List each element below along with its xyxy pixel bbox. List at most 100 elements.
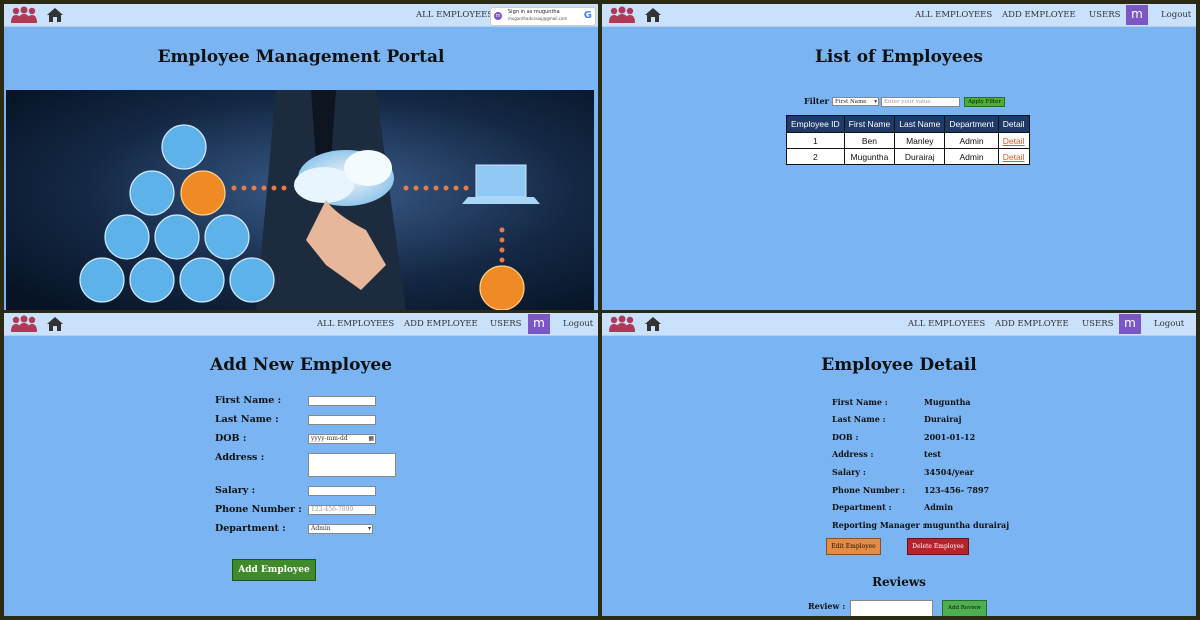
filter-placeholder: Enter your value — [884, 99, 931, 105]
cell-department: Admin — [944, 132, 999, 149]
department-value: Admin — [311, 525, 331, 532]
nav-users[interactable]: USERS — [1082, 313, 1113, 335]
first-name-label: First Name : — [215, 395, 282, 406]
employee-detail-panel: ALL EMPLOYEES ADD EMPLOYEE USERS m Logou… — [602, 313, 1196, 616]
address-textarea[interactable] — [308, 453, 396, 477]
dob-placeholder: yyyy-mm-dd — [311, 435, 348, 442]
user-avatar[interactable]: m — [1119, 314, 1141, 334]
detail-link[interactable]: Detail — [997, 148, 1030, 165]
brand-logo-icon[interactable] — [608, 315, 636, 333]
calendar-icon[interactable]: ▦ — [368, 435, 375, 443]
dob-label: DOB : — [215, 433, 247, 444]
nav-add-employee[interactable]: ADD EMPLOYEE — [1002, 4, 1076, 26]
salary-label: Salary : — [215, 485, 256, 496]
last-name-input[interactable] — [308, 415, 376, 425]
nav-add-employee[interactable]: ADD EMPLOYEE — [995, 313, 1069, 335]
department-label: Department : — [215, 523, 286, 534]
home-icon[interactable] — [46, 316, 64, 332]
page-title: List of Employees — [814, 47, 984, 67]
column-header: Department — [944, 115, 999, 133]
detail-value: 34504/year — [924, 467, 974, 477]
user-avatar[interactable]: m — [528, 314, 550, 334]
detail-label: Last Name : — [832, 414, 886, 424]
filter-field-select[interactable]: First Name ▾ — [832, 97, 879, 106]
table-row: 1 Ben Manley Admin Detail — [786, 132, 1030, 149]
nav-all-employees[interactable]: ALL EMPLOYEES — [416, 4, 493, 26]
employee-list-panel: ALL EMPLOYEES ADD EMPLOYEE USERS m Logou… — [602, 4, 1196, 310]
delete-employee-button[interactable]: Delete Employee — [907, 538, 969, 555]
nav-users[interactable]: USERS — [1089, 4, 1120, 26]
home-icon[interactable] — [46, 7, 64, 23]
nav-all-employees[interactable]: ALL EMPLOYEES — [915, 4, 992, 26]
filter-label: Filter : — [804, 96, 835, 106]
nav-logout[interactable]: Logout — [1161, 4, 1191, 26]
review-input[interactable] — [850, 600, 933, 616]
nav-logout[interactable]: Logout — [1154, 313, 1184, 335]
detail-value: Muguntha — [924, 397, 971, 407]
detail-value: muguntha durairaj — [924, 520, 1010, 530]
edit-employee-button[interactable]: Edit Employee — [826, 538, 881, 555]
detail-label: First Name : — [832, 397, 888, 407]
navbar: ALL EMPLOYEES ADD EMPLOYEE USERS m Logou… — [4, 313, 598, 336]
column-header: Last Name — [894, 115, 946, 133]
brand-logo-icon[interactable] — [608, 6, 636, 24]
first-name-input[interactable] — [308, 396, 376, 406]
phone-input[interactable]: 123-456-7890 — [308, 505, 376, 515]
detail-label: Address : — [832, 449, 874, 459]
nav-logout[interactable]: Logout — [563, 313, 593, 335]
detail-value: 2001-01-12 — [924, 432, 976, 442]
detail-label: Phone Number : — [832, 485, 906, 495]
dob-input[interactable]: yyyy-mm-dd ▦ — [308, 434, 376, 444]
department-select[interactable]: Admin ▾ — [308, 524, 373, 534]
nav-all-employees[interactable]: ALL EMPLOYEES — [317, 313, 394, 335]
cell-first-name: Ben — [843, 132, 896, 149]
detail-label: Department : — [832, 502, 892, 512]
nav-add-employee[interactable]: ADD EMPLOYEE — [404, 313, 478, 335]
google-signin-button[interactable]: m Sign in as muguntha muganthaduraiaj@gm… — [490, 7, 596, 26]
address-label: Address : — [215, 452, 265, 463]
add-review-button[interactable]: Add Review — [942, 600, 987, 616]
last-name-label: Last Name : — [215, 414, 279, 425]
user-avatar[interactable]: m — [1126, 5, 1148, 25]
page-title: Employee Management Portal — [157, 47, 445, 67]
review-label: Review : — [808, 601, 846, 611]
chevron-down-icon: ▾ — [367, 525, 371, 532]
detail-value: test — [924, 449, 941, 459]
home-icon[interactable] — [644, 316, 662, 332]
brand-logo-icon[interactable] — [10, 6, 38, 24]
add-employee-panel: ALL EMPLOYEES ADD EMPLOYEE USERS m Logou… — [4, 313, 598, 616]
detail-value: 123-456- 7897 — [924, 485, 990, 495]
detail-label: Reporting Manager : — [832, 520, 926, 530]
page-title: Add New Employee — [210, 355, 392, 375]
cell-last-name: Manley — [894, 132, 946, 149]
apply-filter-button[interactable]: Apply Filter — [964, 97, 1005, 107]
column-header: Employee ID — [786, 115, 845, 133]
detail-link[interactable]: Detail — [997, 132, 1030, 149]
navbar: ALL EMPLOYEES ADD EMPLOYEE USERS m Logou… — [602, 313, 1196, 336]
filter-value-input[interactable]: Enter your value — [881, 97, 960, 107]
cell-department: Admin — [944, 148, 999, 165]
google-signin-name: Sign in as muguntha — [508, 9, 560, 15]
phone-label: Phone Number : — [215, 504, 302, 515]
cell-employee-id: 1 — [786, 132, 845, 149]
table-header-row: Employee ID First Name Last Name Departm… — [786, 115, 1030, 133]
navbar: ALL EMPLOYEES ADD EMPLOYEE USERS m Logou… — [602, 4, 1196, 27]
cell-employee-id: 2 — [786, 148, 845, 165]
nav-users[interactable]: USERS — [490, 313, 521, 335]
google-signin-email: muganthaduraiaj@gmail.com — [508, 16, 568, 21]
detail-label: DOB : — [832, 432, 859, 442]
brand-logo-icon[interactable] — [10, 315, 38, 333]
salary-input[interactable] — [308, 486, 376, 496]
google-avatar: m — [494, 12, 502, 20]
detail-label: Salary : — [832, 467, 866, 477]
detail-value: Durairaj — [924, 414, 962, 424]
home-icon[interactable] — [644, 7, 662, 23]
nav-all-employees[interactable]: ALL EMPLOYEES — [908, 313, 985, 335]
chevron-down-icon: ▾ — [874, 99, 877, 105]
home-panel: ALL EMPLOYEES m Sign in as muguntha muga… — [4, 4, 598, 310]
cell-first-name: Muguntha — [843, 148, 896, 165]
hero-image — [6, 90, 594, 310]
page-title: Employee Detail — [821, 355, 977, 375]
google-icon: G — [583, 10, 592, 21]
add-employee-button[interactable]: Add Employee — [232, 559, 316, 581]
